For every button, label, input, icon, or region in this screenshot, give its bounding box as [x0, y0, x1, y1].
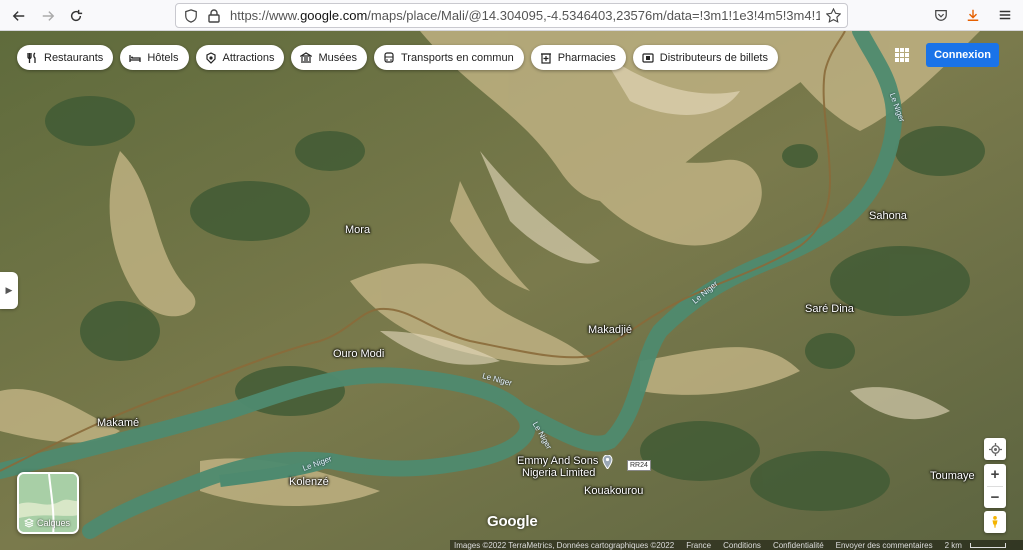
- url-text[interactable]: https://www.google.com/maps/place/Mali/@…: [230, 8, 820, 23]
- chip-pharmacies[interactable]: Pharmacies: [530, 45, 626, 70]
- shield-icon[interactable]: [184, 8, 198, 23]
- place-label[interactable]: Toumaye: [930, 470, 975, 482]
- satellite-imagery: [0, 31, 1023, 550]
- scale-bar: [969, 542, 1006, 548]
- poi-label[interactable]: Emmy And Sons: [517, 455, 598, 467]
- camera-icon: [205, 51, 216, 64]
- pegman-icon: [992, 516, 998, 528]
- bookmark-star-icon[interactable]: [826, 8, 841, 23]
- museum-icon: [300, 51, 313, 63]
- place-label[interactable]: Makamé: [97, 417, 139, 429]
- back-icon[interactable]: [8, 5, 30, 27]
- my-location-button[interactable]: [984, 438, 1006, 460]
- chip-hotels[interactable]: Hôtels: [120, 45, 189, 70]
- pharmacy-icon: [540, 52, 551, 64]
- place-label[interactable]: Kouakourou: [584, 485, 643, 497]
- map-footer: Images ©2022 TerraMetrics, Données carto…: [450, 540, 1023, 550]
- chip-label: Attractions: [222, 51, 275, 64]
- place-label[interactable]: Sahona: [869, 210, 907, 222]
- map-pin-icon[interactable]: [601, 455, 614, 469]
- chip-label: Distributeurs de billets: [659, 51, 768, 64]
- place-label[interactable]: Mora: [345, 224, 370, 236]
- satellite-map[interactable]: Restaurants Hôtels Attractions Musées Tr…: [0, 31, 1023, 550]
- scale-label[interactable]: 2 km: [945, 541, 962, 550]
- chip-transit[interactable]: Transports en commun: [374, 45, 524, 70]
- address-bar[interactable]: https://www.google.com/maps/place/Mali/@…: [175, 3, 848, 28]
- chip-label: Musées: [318, 51, 357, 64]
- terms-link[interactable]: Conditions: [723, 541, 761, 550]
- expand-panel-button[interactable]: ▶: [0, 272, 18, 309]
- atm-icon: [642, 52, 654, 63]
- place-label[interactable]: Ouro Modi: [333, 348, 384, 360]
- chevron-right-icon: ▶: [5, 285, 13, 295]
- chip-label: Transports en commun: [401, 51, 514, 64]
- feedback-link[interactable]: Envoyer des commentaires: [836, 541, 933, 550]
- bus-icon: [384, 51, 394, 63]
- lock-icon[interactable]: [208, 8, 220, 23]
- imagery-attribution: Images ©2022 TerraMetrics, Données carto…: [454, 540, 675, 550]
- layers-icon: [24, 518, 34, 528]
- place-label[interactable]: Kolenzé: [289, 476, 329, 488]
- fork-knife-icon: [27, 51, 36, 63]
- zoom-control: + −: [984, 464, 1006, 508]
- place-label[interactable]: Saré Dina: [805, 303, 854, 315]
- country-link[interactable]: France: [686, 541, 711, 550]
- chip-label: Pharmacies: [557, 51, 616, 64]
- zoom-out-button[interactable]: −: [984, 487, 1006, 509]
- pocket-icon[interactable]: [931, 5, 951, 25]
- chip-atm[interactable]: Distributeurs de billets: [632, 45, 778, 70]
- chip-restaurants[interactable]: Restaurants: [17, 45, 114, 70]
- forward-icon[interactable]: [37, 5, 59, 27]
- crosshair-icon: [988, 442, 1002, 456]
- poi-label[interactable]: Nigeria Limited: [522, 467, 595, 479]
- zoom-in-button[interactable]: +: [984, 464, 1006, 486]
- google-logo: Google: [487, 513, 538, 530]
- street-view-button[interactable]: [984, 511, 1006, 533]
- privacy-link[interactable]: Confidentialité: [773, 541, 824, 550]
- apps-grid-icon[interactable]: [895, 48, 909, 62]
- reload-icon[interactable]: [65, 5, 87, 27]
- chip-label: Restaurants: [44, 51, 104, 64]
- chip-label: Hôtels: [147, 51, 179, 64]
- category-chips: Restaurants Hôtels Attractions Musées Tr…: [17, 45, 778, 70]
- chip-museums[interactable]: Musées: [291, 45, 367, 70]
- place-label[interactable]: Makadjié: [588, 324, 632, 336]
- download-icon[interactable]: [963, 5, 983, 25]
- signin-button[interactable]: Connexion: [926, 43, 999, 67]
- chip-attractions[interactable]: Attractions: [195, 45, 285, 70]
- browser-toolbar: https://www.google.com/maps/place/Mali/@…: [0, 0, 1023, 31]
- bed-icon: [129, 54, 141, 62]
- layers-label: Calques: [37, 518, 71, 528]
- menu-icon[interactable]: [995, 5, 1015, 25]
- layers-button[interactable]: Calques: [17, 472, 79, 534]
- road-shield: RR24: [627, 460, 651, 471]
